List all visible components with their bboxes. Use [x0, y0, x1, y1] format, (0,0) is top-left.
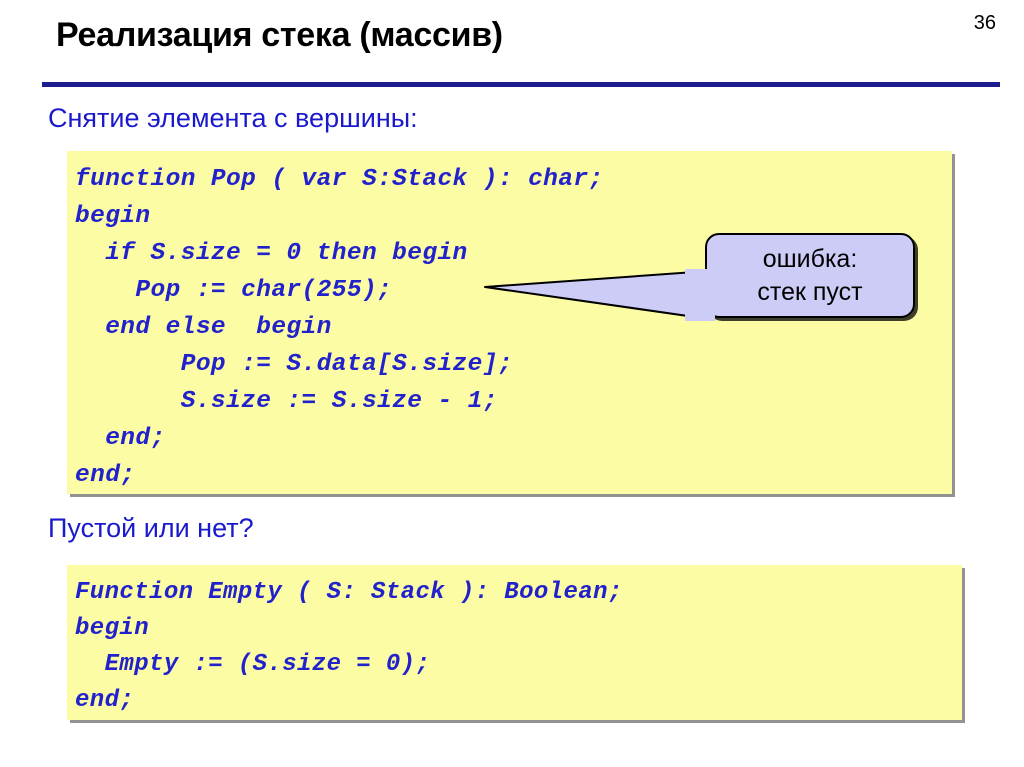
code-text-empty: Function Empty ( S: Stack ): Boolean; be… [75, 579, 623, 714]
callout-error-stack-empty: ошибка: стек пуст [484, 233, 915, 321]
callout-tail-icon [484, 269, 715, 321]
code-block-pop: function Pop ( var S:Stack ): char; begi… [67, 151, 952, 494]
title-divider [42, 82, 1000, 87]
section-caption-pop: Снятие элемента с вершины: [48, 103, 418, 133]
code-text-pop: function Pop ( var S:Stack ): char; begi… [75, 166, 604, 489]
callout-line-1: ошибка: [762, 244, 858, 273]
callout-text: ошибка: стек пуст [705, 233, 915, 318]
page-number: 36 [973, 12, 996, 34]
section-caption-empty: Пустой или нет? [48, 513, 254, 543]
page-title: Реализация стека (массив) [56, 16, 503, 54]
code-block-empty: Function Empty ( S: Stack ): Boolean; be… [67, 565, 962, 720]
callout-line-2: стек пуст [757, 277, 863, 306]
